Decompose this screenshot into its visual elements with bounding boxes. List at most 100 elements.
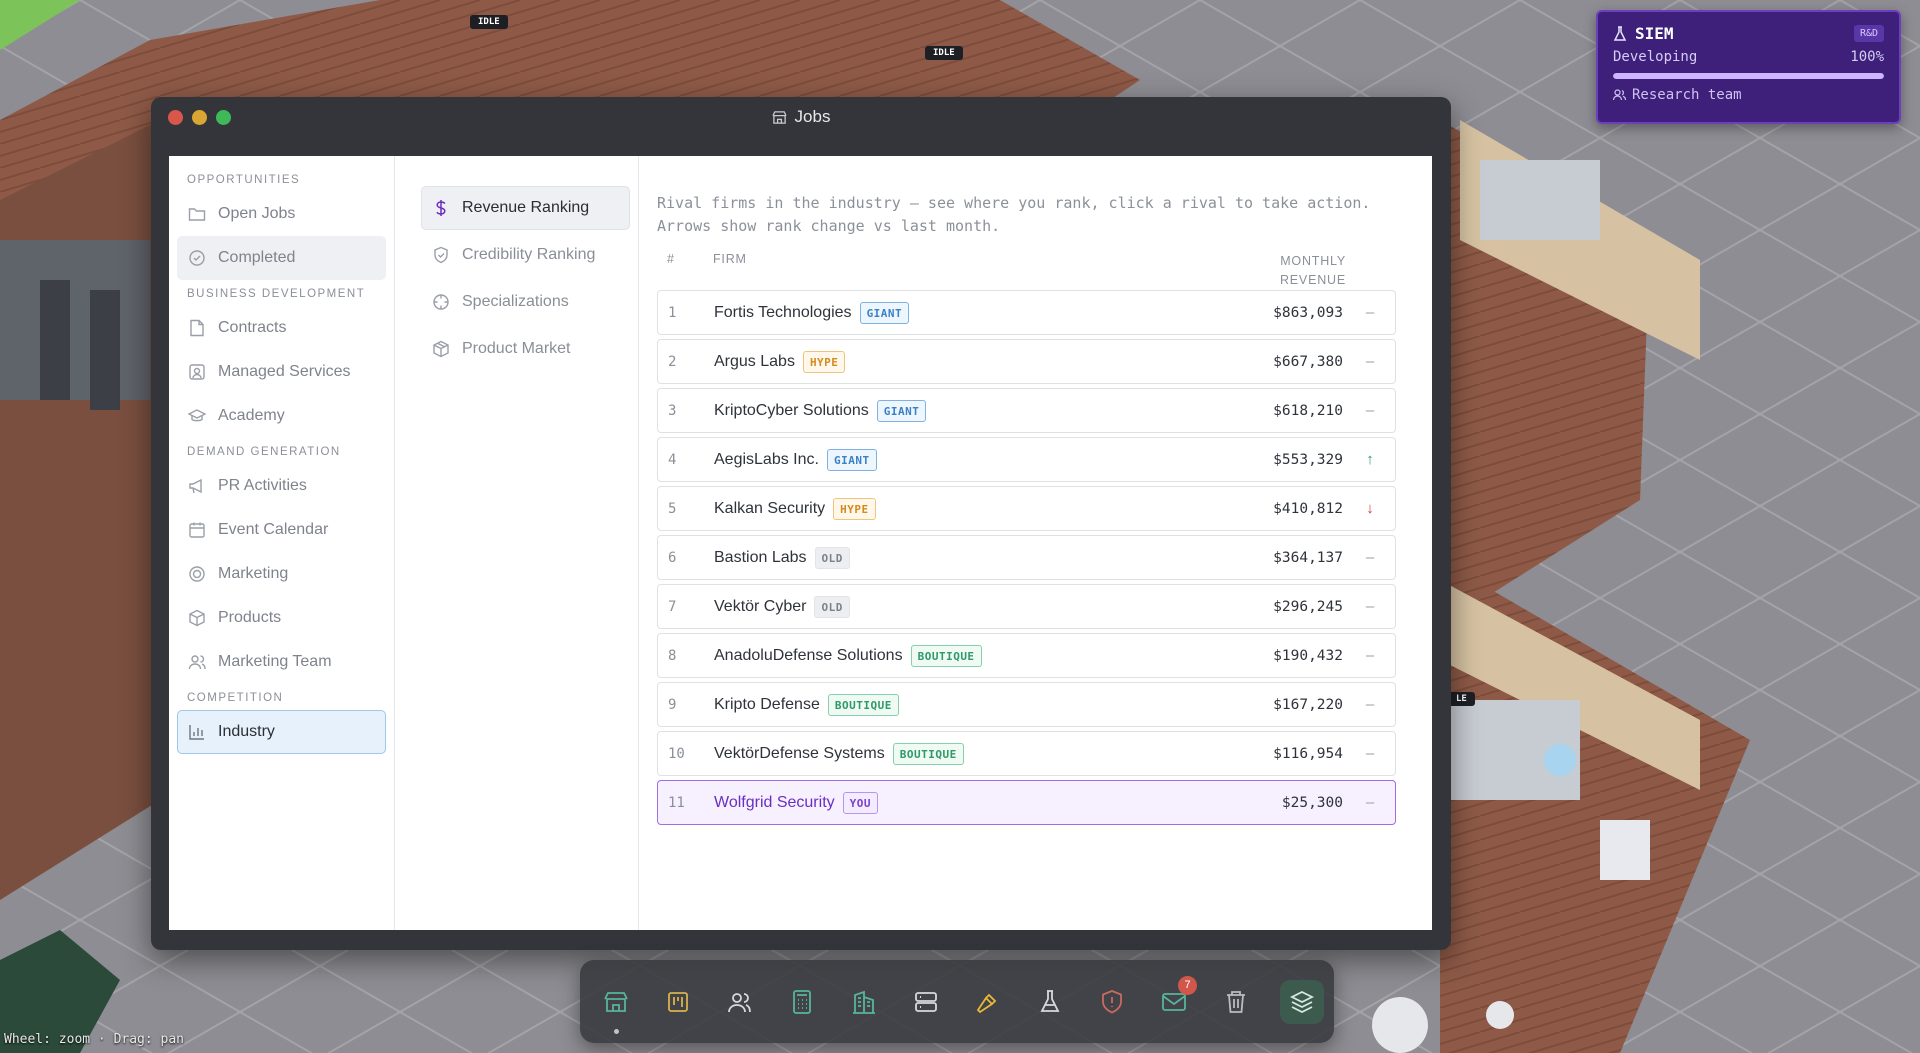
firm-tag-badge: YOU xyxy=(842,791,879,814)
tab-product-market[interactable]: Product Market xyxy=(421,327,630,371)
flask-dock-button[interactable] xyxy=(1022,972,1077,1032)
row-rank: 2 xyxy=(668,353,677,370)
sidebar-item-event-calendar[interactable]: Event Calendar xyxy=(177,508,386,552)
sidebar-item-label: Managed Services xyxy=(218,363,351,380)
table-row[interactable]: 6 Bastion Labs OLD $364,137 – xyxy=(657,535,1396,580)
table-row[interactable]: 2 Argus Labs HYPE $667,380 – xyxy=(657,339,1396,384)
row-rank: 9 xyxy=(668,696,677,713)
row-firm-name: Argus Labs xyxy=(714,352,795,370)
table-row[interactable]: 8 AnadoluDefense Solutions BOUTIQUE $190,43… xyxy=(657,633,1396,678)
table-row[interactable]: 9 Kripto Defense BOUTIQUE $167,220 – xyxy=(657,682,1396,727)
shield-alert-icon xyxy=(1101,989,1122,1013)
store-dock-button[interactable] xyxy=(588,972,643,1034)
tab-label: Specializations xyxy=(462,293,569,310)
sidebar-item-open-jobs[interactable]: Open Jobs xyxy=(177,192,386,236)
kanban-icon xyxy=(667,991,688,1012)
row-rank: 5 xyxy=(668,500,677,517)
building-dock-button[interactable] xyxy=(836,972,891,1032)
table-row[interactable]: 3 KriptoCyber Solutions GIANT $618,210 – xyxy=(657,388,1396,433)
sidebar-item-products[interactable]: Products xyxy=(177,596,386,640)
ranking-description: Rival firms in the industry — see where … xyxy=(657,194,1371,235)
sidebar-item-label: Open Jobs xyxy=(218,205,296,222)
calendar-icon xyxy=(189,522,205,538)
table-row[interactable]: 5 Kalkan Security HYPE $410,812 ↓ xyxy=(657,486,1396,531)
siem-title: SIEM xyxy=(1635,24,1674,43)
rank-unchanged-icon: – xyxy=(1365,598,1375,615)
crosshair-icon xyxy=(433,294,449,310)
table-row[interactable]: 11 Wolfgrid Security YOU $25,300 – xyxy=(657,780,1396,825)
unread-count-badge: 7 xyxy=(1178,975,1197,995)
close-window-button[interactable] xyxy=(168,110,183,125)
maximize-window-button[interactable] xyxy=(216,110,231,125)
firm-tag-badge: BOUTIQUE xyxy=(910,644,982,667)
trash-icon xyxy=(1226,990,1245,1013)
active-indicator xyxy=(613,1028,619,1034)
siem-progress-bar xyxy=(1613,73,1884,79)
shield-alert-dock-button[interactable] xyxy=(1084,972,1139,1032)
managed-services-icon xyxy=(189,364,205,380)
sidebar-item-label: Products xyxy=(218,609,282,626)
table-header: # FIRM MONTHLY REVENUE xyxy=(657,252,1396,290)
window-content: OPPORTUNITIES Open Jobs Completed BUSINE… xyxy=(169,156,1432,930)
building-icon xyxy=(852,990,875,1014)
server-dock-button[interactable] xyxy=(898,972,953,1032)
layers-dock-button[interactable] xyxy=(1280,979,1324,1024)
document-icon xyxy=(190,319,204,337)
jobs-window: Jobs OPPORTUNITIES Open Jobs Completed B… xyxy=(151,97,1451,950)
table-row[interactable]: 10 VektörDefense Systems BOUTIQUE $116,954 – xyxy=(657,731,1396,776)
column-header-line: REVENUE xyxy=(1279,273,1346,287)
row-firm-name: Wolfgrid Security xyxy=(714,793,835,811)
table-row[interactable]: 7 Vektör Cyber OLD $296,245 – xyxy=(657,584,1396,629)
rank-unchanged-icon: – xyxy=(1365,745,1375,762)
row-rank: 11 xyxy=(668,794,685,811)
rnd-badge: R&D xyxy=(1853,25,1884,42)
sidebar-item-industry[interactable]: Industry xyxy=(177,710,386,754)
tab-specializations[interactable]: Specializations xyxy=(421,280,630,324)
users-icon xyxy=(188,655,206,670)
row-rank: 6 xyxy=(668,549,677,566)
flask-icon xyxy=(1040,989,1059,1012)
siem-team-label: Research team xyxy=(1632,87,1742,103)
users-icon xyxy=(1613,89,1626,101)
row-revenue: $296,245 xyxy=(1273,598,1343,615)
store-icon xyxy=(771,110,787,124)
row-revenue: $167,220 xyxy=(1273,696,1343,713)
sidebar-item-completed[interactable]: Completed xyxy=(177,236,386,280)
row-revenue: $618,210 xyxy=(1273,402,1343,419)
calculator-dock-button[interactable] xyxy=(774,972,829,1032)
sidebar-item-contracts[interactable]: Contracts xyxy=(177,306,386,350)
siem-progress-text: 100% xyxy=(1850,49,1884,65)
sidebar-item-marketing[interactable]: Marketing xyxy=(177,552,386,596)
mail-dock-button[interactable]: 7 xyxy=(1146,972,1201,1032)
sidebar-item-label: Academy xyxy=(218,407,285,424)
row-revenue: $364,137 xyxy=(1273,549,1343,566)
rank-unchanged-icon: – xyxy=(1365,647,1375,664)
idle-status-tag: IDLE xyxy=(470,15,508,29)
siem-research-widget[interactable]: SIEM R&D Developing 100% Research team xyxy=(1596,10,1901,124)
firm-tag-badge: OLD xyxy=(814,546,850,569)
kanban-dock-button[interactable] xyxy=(650,972,705,1032)
sidebar-item-marketing-team[interactable]: Marketing Team xyxy=(177,640,386,684)
table-row[interactable]: 1 Fortis Technologies GIANT $863,093 – xyxy=(657,290,1396,335)
row-firm-name: Vektör Cyber xyxy=(714,597,807,615)
table-row[interactable]: 4 AegisLabs Inc. GIANT $553,329 ↑ xyxy=(657,437,1396,482)
rank-unchanged-icon: – xyxy=(1365,549,1375,566)
row-rank: 1 xyxy=(668,304,677,321)
sidebar-item-academy[interactable]: Academy xyxy=(177,394,386,438)
sidebar-item-pr-activities[interactable]: PR Activities xyxy=(177,464,386,508)
trash-dock-button[interactable] xyxy=(1208,972,1263,1032)
window-titlebar[interactable]: Jobs xyxy=(151,97,1451,137)
sidebar-item-managed-services[interactable]: Managed Services xyxy=(177,350,386,394)
column-firm: FIRM xyxy=(713,252,747,266)
tab-credibility-ranking[interactable]: Credibility Ranking xyxy=(421,233,630,277)
users-dock-button[interactable] xyxy=(712,972,767,1032)
section-opportunities: OPPORTUNITIES xyxy=(187,174,301,186)
hammer-dock-button[interactable] xyxy=(960,972,1015,1032)
tab-revenue-ranking[interactable]: Revenue Ranking xyxy=(421,186,630,230)
row-rank: 7 xyxy=(668,598,677,615)
jobs-sidebar: OPPORTUNITIES Open Jobs Completed BUSINE… xyxy=(169,156,395,930)
row-revenue: $553,329 xyxy=(1273,451,1343,468)
row-revenue: $190,432 xyxy=(1273,647,1343,664)
rank-unchanged-icon: – xyxy=(1365,402,1375,419)
minimize-window-button[interactable] xyxy=(192,110,207,125)
